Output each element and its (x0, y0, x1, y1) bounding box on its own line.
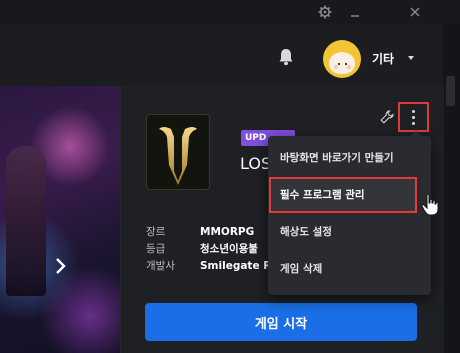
info-label-genre: 장르 (146, 226, 166, 238)
more-dot (412, 115, 415, 119)
close-button[interactable] (400, 0, 430, 24)
chevron-right-icon[interactable] (54, 256, 68, 276)
title-bar (0, 0, 460, 24)
more-vertical-icon (412, 109, 415, 113)
user-name[interactable]: 기타 (372, 50, 394, 67)
info-value-rating: 청소년이용불 (200, 243, 258, 255)
more-options-button[interactable] (398, 102, 429, 132)
info-label-developer: 개발사 (146, 260, 175, 272)
info-label-rating: 등급 (146, 243, 166, 255)
context-menu: 바탕화면 바로가기 만들기 필수 프로그램 관리 해상도 설정 게임 삭제 (268, 131, 431, 295)
minimize-button[interactable] (340, 0, 370, 24)
bell-icon[interactable] (278, 48, 294, 66)
close-icon (410, 7, 420, 17)
avatar[interactable] (323, 40, 361, 78)
game-banner[interactable] (0, 86, 120, 353)
game-info-labels: 장르 등급 개발사 (146, 224, 175, 275)
game-info-values: MMORPG 청소년이용불 Smilegate R (200, 224, 270, 275)
play-button[interactable]: 게임 시작 (145, 303, 417, 341)
scrollbar-thumb[interactable] (446, 76, 455, 106)
gear-icon (318, 5, 332, 19)
info-value-genre: MMORPG (200, 226, 255, 238)
menu-item-delete-game[interactable]: 게임 삭제 (268, 253, 431, 285)
menu-item-resolution-settings[interactable]: 해상도 설정 (268, 216, 431, 248)
banner-artwork (6, 146, 46, 296)
settings-button[interactable] (310, 0, 340, 24)
menu-notch (411, 131, 421, 136)
menu-item-desktop-shortcut[interactable]: 바탕화면 바로가기 만들기 (268, 142, 431, 174)
minimize-icon (351, 15, 359, 17)
game-logo (159, 127, 197, 185)
scrollbar[interactable] (443, 24, 460, 353)
chevron-down-icon[interactable] (408, 56, 414, 60)
hand-cursor-icon (421, 193, 439, 216)
more-dot (412, 121, 415, 125)
wrench-icon[interactable] (380, 110, 394, 124)
avatar-features (334, 62, 351, 69)
game-icon (146, 114, 210, 190)
info-value-developer: Smilegate R (200, 260, 270, 272)
menu-item-required-programs[interactable]: 필수 프로그램 관리 (269, 177, 417, 213)
